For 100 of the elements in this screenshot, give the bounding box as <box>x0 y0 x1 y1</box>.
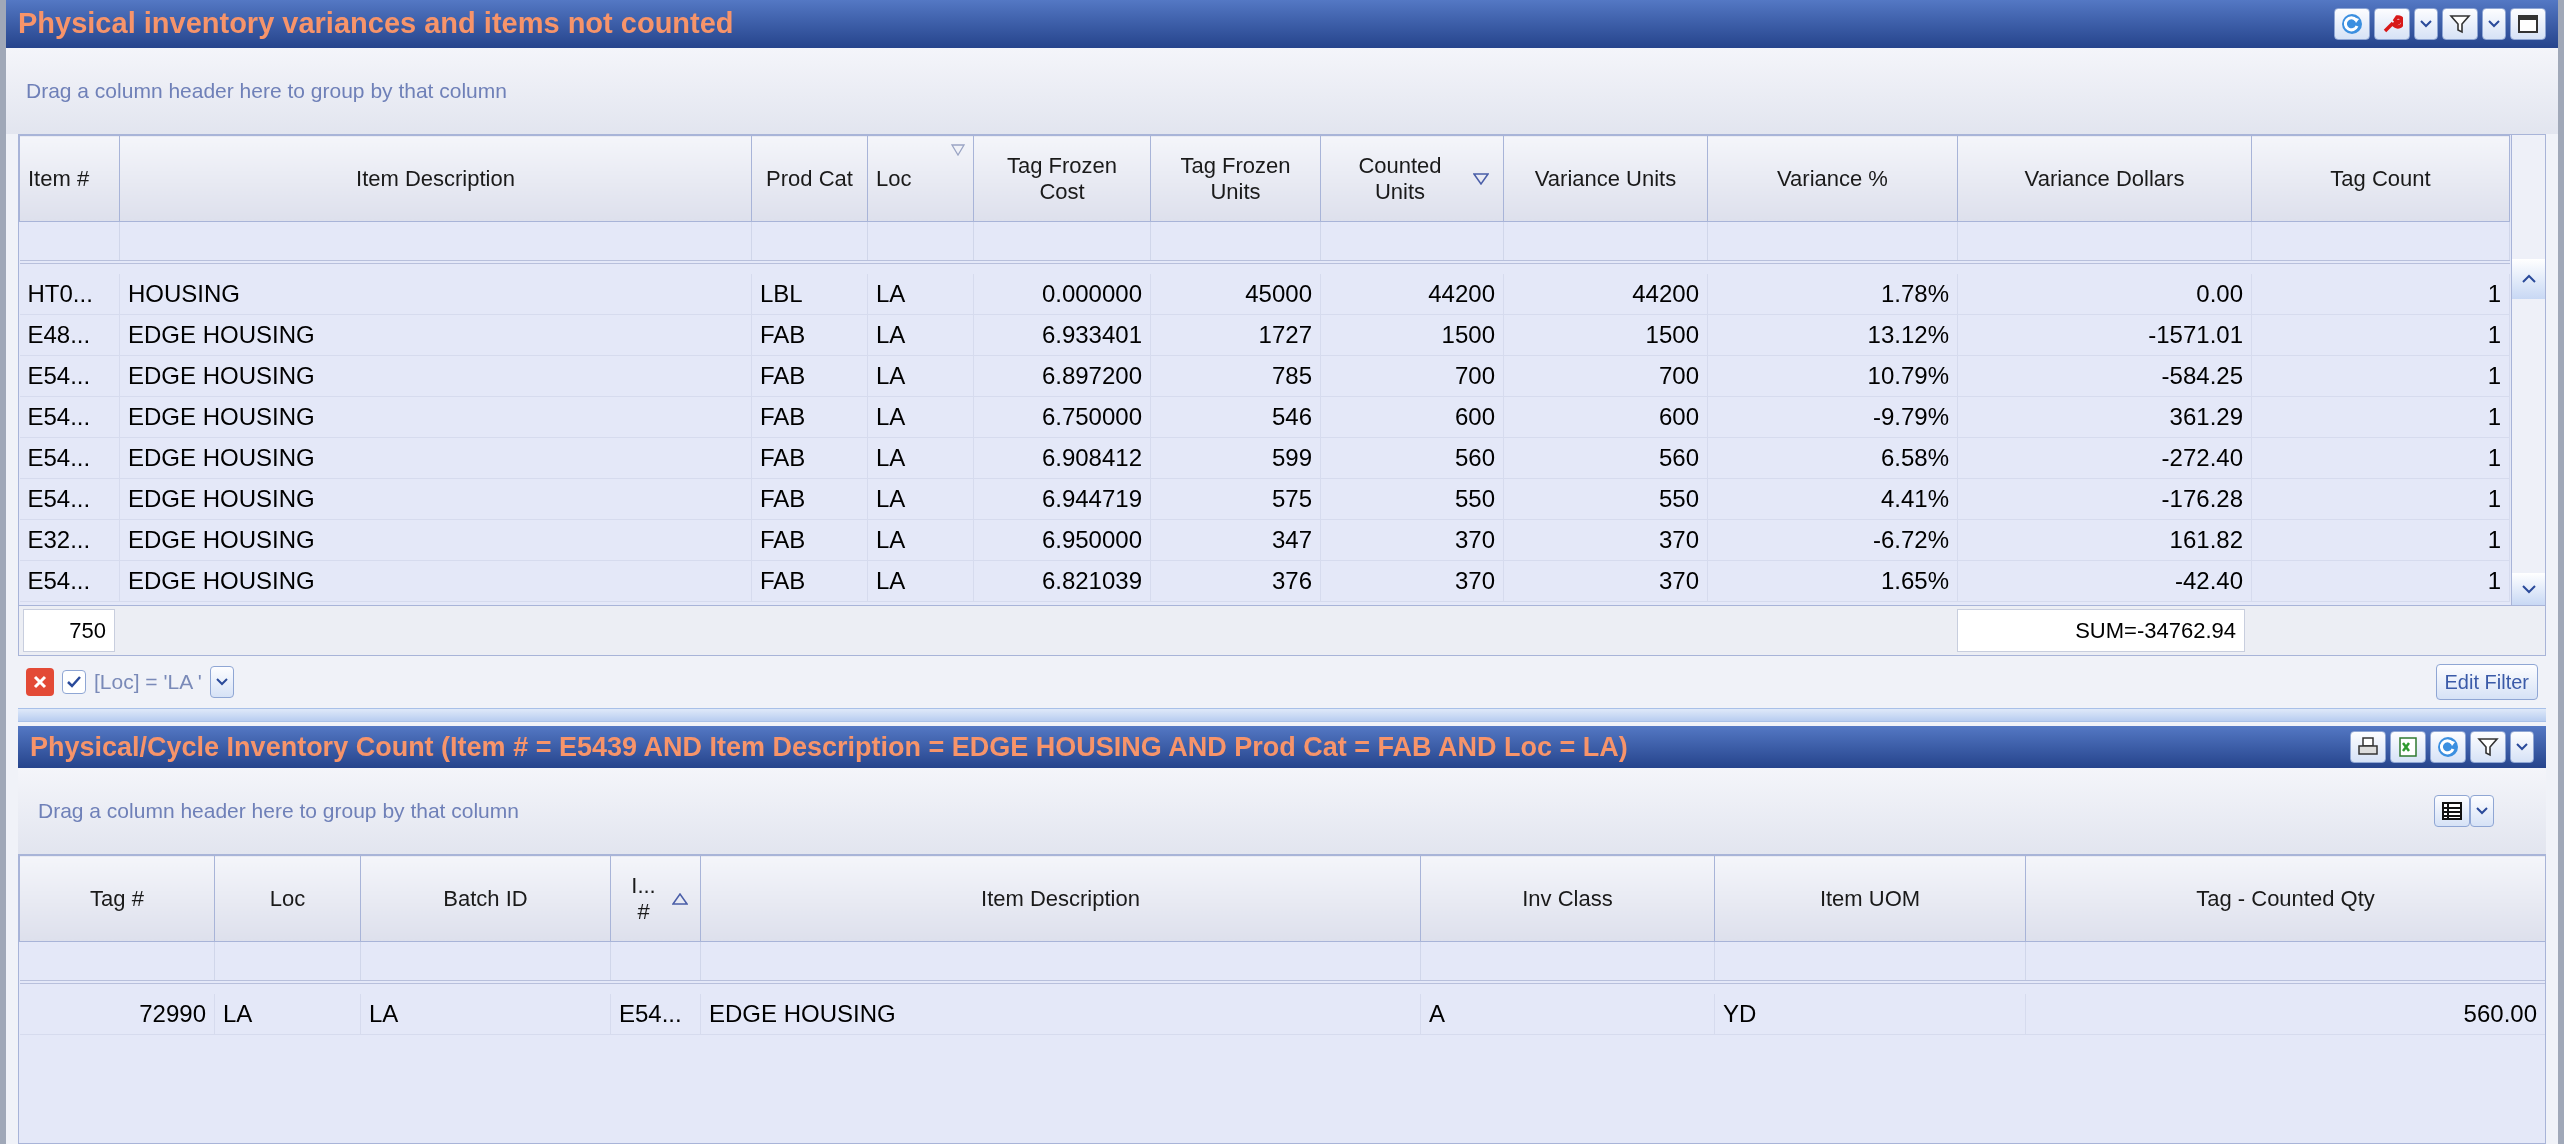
column-header[interactable]: Tag Count <box>2251 135 2510 222</box>
table-cell: 1727 <box>1258 321 1312 348</box>
filter-checkbox[interactable] <box>62 670 86 694</box>
column-header[interactable]: Counted Units <box>1320 135 1504 222</box>
table-cell: 6.58% <box>1880 444 1949 471</box>
column-header[interactable]: Tag Frozen Units <box>1150 135 1321 222</box>
table-cell: 6.950000 <box>1041 526 1142 553</box>
chevron-up-icon <box>2521 274 2536 284</box>
column-header[interactable]: Variance Dollars <box>1957 135 2252 222</box>
table-cell: 72990 <box>139 999 206 1027</box>
table-cell: 10.79% <box>1867 362 1949 389</box>
dropdown-button[interactable] <box>2470 795 2494 827</box>
sort-descending-icon <box>1473 172 1489 185</box>
filter-icon[interactable] <box>2470 731 2506 763</box>
table-cell: 700 <box>1658 362 1699 389</box>
table-cell: E54... <box>27 362 91 389</box>
column-header[interactable]: Inv Class <box>1420 855 1715 942</box>
table-cell: FAB <box>760 362 806 389</box>
scrollbar[interactable] <box>2511 135 2545 605</box>
column-header[interactable]: Variance % <box>1707 135 1958 222</box>
column-header[interactable]: Prod Cat <box>751 135 868 222</box>
column-header[interactable]: Item Description <box>700 855 1421 942</box>
spreadsheet-icon[interactable] <box>2390 731 2426 763</box>
scroll-up-button[interactable] <box>2512 259 2545 299</box>
table-cell: LA <box>876 403 906 430</box>
filter-icon[interactable] <box>2442 8 2478 40</box>
table-cell: 1 <box>2487 444 2501 471</box>
table-cell: E48... <box>27 321 91 348</box>
column-header[interactable]: Tag Frozen Cost <box>973 135 1151 222</box>
table-cell: 1500 <box>1441 321 1495 348</box>
table-cell: 560 <box>1454 444 1495 471</box>
chevron-down-icon <box>2420 20 2432 28</box>
table-cell: LA <box>876 362 906 389</box>
column-header[interactable]: Variance Units <box>1503 135 1708 222</box>
table-cell: 0.000000 <box>1041 279 1142 307</box>
close-icon <box>33 675 47 689</box>
table-cell: 560.00 <box>2463 999 2537 1027</box>
chevron-down-icon <box>2521 584 2536 594</box>
table-cell: 0.00 <box>2196 279 2243 307</box>
table-cell: LA <box>876 485 906 512</box>
print-icon[interactable] <box>2350 731 2386 763</box>
table-cell: 1 <box>2487 403 2501 430</box>
column-header[interactable]: Loc <box>214 855 361 942</box>
table-cell: EDGE HOUSING <box>128 526 315 553</box>
table-cell: 550 <box>1658 485 1699 512</box>
table-cell: -272.40 <box>2161 444 2243 471</box>
column-header[interactable]: Tag # <box>19 855 215 942</box>
panel-title: Physical/Cycle Inventory Count (Item # = E5439 AND Item Description = EDGE HOUSING AND Prod Cat = FAB AND Loc = LA) <box>30 730 1628 764</box>
table-cell: 6.750000 <box>1041 403 1142 430</box>
table-cell: 546 <box>1271 403 1312 430</box>
table-cell: EDGE HOUSING <box>128 567 315 594</box>
maximize-icon[interactable] <box>2510 8 2546 40</box>
table-cell: EDGE HOUSING <box>128 362 315 389</box>
dropdown-button[interactable] <box>2482 8 2506 40</box>
table-cell: 6.944719 <box>1041 485 1142 512</box>
table-cell: LA <box>223 999 253 1027</box>
panel-title: Physical inventory variances and items not counted <box>18 6 734 42</box>
table-cell: 700 <box>1454 362 1495 389</box>
table-cell: 785 <box>1271 362 1312 389</box>
column-header[interactable]: Item UOM <box>1714 855 2026 942</box>
table-cell: 45000 <box>1245 279 1312 307</box>
column-header[interactable]: Item # <box>19 135 120 222</box>
table-cell: E54... <box>27 567 91 594</box>
table-cell: 4.41% <box>1880 485 1949 512</box>
filter-dropdown-button[interactable] <box>209 666 234 698</box>
table-cell: YD <box>1723 999 1757 1027</box>
table-cell: FAB <box>760 567 806 594</box>
table-cell: 44200 <box>1428 279 1495 307</box>
table-cell: 6.897200 <box>1041 362 1142 389</box>
count-summary: 750 <box>23 609 115 652</box>
sum-summary: SUM=-34762.94 <box>1957 609 2245 652</box>
table-cell: -9.79% <box>1872 403 1949 430</box>
table-cell: FAB <box>760 526 806 553</box>
chevron-down-icon <box>215 678 228 686</box>
scroll-down-button[interactable] <box>2512 573 2545 605</box>
table-cell: E32... <box>27 526 91 553</box>
table-cell: FAB <box>760 485 806 512</box>
table-cell: A <box>1429 999 1445 1027</box>
table-cell: -584.25 <box>2161 362 2243 389</box>
table-cell: 6.821039 <box>1041 567 1142 594</box>
column-header[interactable]: Tag - Counted Qty <box>2025 855 2545 942</box>
table-cell: E54... <box>27 444 91 471</box>
table-cell: E54... <box>27 403 91 430</box>
refresh-icon[interactable] <box>2334 8 2370 40</box>
column-header[interactable]: Loc <box>867 135 974 222</box>
column-header[interactable]: Batch ID <box>360 855 611 942</box>
table-cell: -42.40 <box>2174 567 2243 594</box>
table-cell: EDGE HOUSING <box>128 444 315 471</box>
table-cell: 370 <box>1658 526 1699 553</box>
column-header[interactable]: I... # <box>610 855 701 942</box>
dropdown-button[interactable] <box>2510 731 2534 763</box>
chevron-down-icon <box>2476 807 2488 815</box>
wrench-icon[interactable] <box>2374 8 2410 40</box>
edit-filter-button[interactable]: Edit Filter <box>2435 664 2538 700</box>
column-header[interactable]: Item Description <box>119 135 752 222</box>
table-cell: EDGE HOUSING <box>128 403 315 430</box>
dropdown-button[interactable] <box>2414 8 2438 40</box>
clear-filter-icon[interactable] <box>26 668 54 696</box>
table-cell: LA <box>876 321 906 348</box>
column-chooser-icon[interactable] <box>2434 795 2470 827</box>
